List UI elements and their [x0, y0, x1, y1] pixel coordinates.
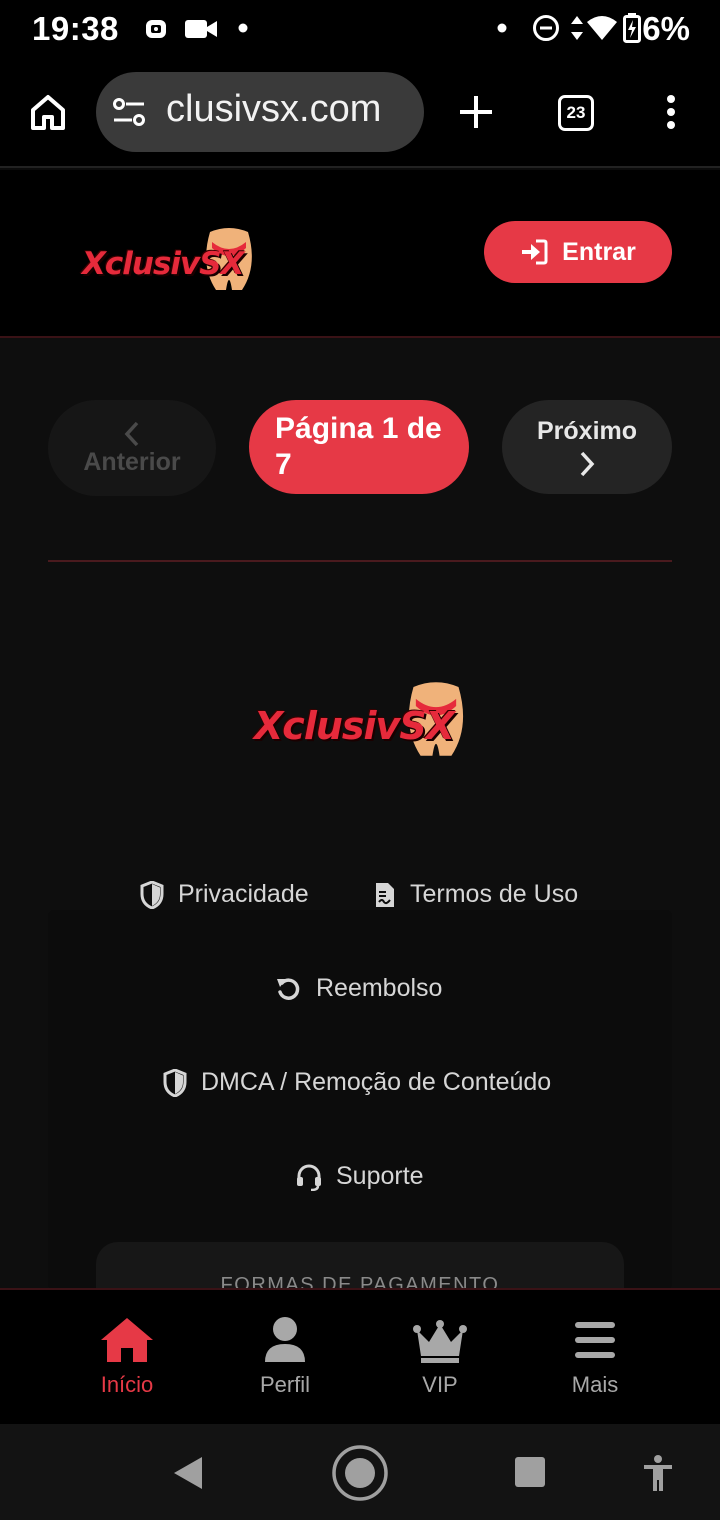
- crown-icon: [413, 1320, 467, 1363]
- footer-panel: [48, 910, 672, 1290]
- nav-item-more[interactable]: Mais: [515, 1290, 675, 1426]
- login-label: Entrar: [562, 237, 636, 266]
- home-icon: [101, 1318, 153, 1362]
- nav-label: Mais: [571, 1372, 619, 1397]
- battery-charging-icon: [623, 13, 641, 43]
- footer-link-label: Privacidade: [178, 880, 309, 908]
- pagination-prev-label: Anterior: [83, 447, 181, 476]
- accessibility-icon[interactable]: [642, 1454, 674, 1492]
- footer-link-privacy[interactable]: Privacidade: [140, 880, 309, 909]
- nav-item-profile[interactable]: Perfil: [205, 1290, 365, 1426]
- main-content: Anterior Página 1 de 7 Próximo XclusivSX: [0, 338, 720, 1322]
- footer-link-label: Reembolso: [316, 974, 443, 1002]
- refund-icon: [277, 977, 300, 1000]
- login-button[interactable]: Entrar: [484, 221, 672, 283]
- pagination-prev-button[interactable]: Anterior: [48, 400, 216, 496]
- shield-icon: [163, 1068, 187, 1097]
- video-icon: [185, 20, 217, 38]
- nav-label: Perfil: [259, 1372, 311, 1397]
- battery-percent: 6%: [642, 10, 690, 47]
- footer-link-label: Suporte: [336, 1162, 424, 1190]
- nav-label: VIP: [422, 1372, 458, 1397]
- bottom-nav: Início Perfil VIP Mais: [0, 1288, 720, 1424]
- nav-item-home[interactable]: Início: [47, 1290, 207, 1426]
- chevron-left-icon: [124, 421, 139, 446]
- android-nav-bar: [0, 1424, 720, 1520]
- footer-link-terms[interactable]: Termos de Uso: [374, 880, 578, 909]
- footer-link-support[interactable]: Suporte: [296, 1162, 424, 1191]
- tab-switcher-button[interactable]: 23: [558, 95, 594, 131]
- pagination-next-button[interactable]: Próximo: [502, 400, 672, 494]
- url-text: clusivsx.com: [166, 88, 382, 130]
- svg-text:4: 4: [605, 32, 611, 42]
- chevron-right-icon: [580, 451, 595, 476]
- notification-dot-icon: [238, 23, 248, 33]
- dnd-icon: [533, 15, 559, 41]
- shield-icon: [140, 880, 164, 909]
- browser-toolbar: clusivsx.com 23: [0, 60, 720, 168]
- status-bar: 19:38 4 6%: [0, 0, 720, 60]
- footer-logo-text: XclusivSX: [254, 704, 455, 748]
- user-icon: [265, 1317, 305, 1362]
- wifi-icon: 4: [587, 16, 617, 42]
- home-circle-icon[interactable]: [331, 1444, 389, 1502]
- recents-icon[interactable]: [514, 1456, 546, 1488]
- logo-text: XclusivSX: [82, 246, 244, 282]
- footer-link-label: Termos de Uso: [410, 880, 579, 908]
- pagination-next-label: Próximo: [536, 416, 638, 445]
- pagination-current-label: Página 1 de 7: [275, 412, 442, 481]
- notification-dot-icon: [497, 23, 507, 33]
- data-arrows-icon: [571, 16, 583, 40]
- footer-logo[interactable]: XclusivSX: [254, 678, 468, 762]
- pagination-current-page: Página 1 de 7: [249, 400, 469, 494]
- nav-label: Início: [100, 1372, 154, 1397]
- nav-item-vip[interactable]: VIP: [360, 1290, 520, 1426]
- footer-link-label: DMCA / Remoção de Conteúdo: [201, 1068, 552, 1096]
- new-tab-icon[interactable]: [458, 94, 494, 130]
- screen: 19:38 4 6% clusivsx.com 23 XclusivSX Ent…: [0, 0, 720, 1520]
- footer-link-refund[interactable]: Reembolso: [276, 974, 442, 1003]
- footer-link-dmca[interactable]: DMCA / Remoção de Conteúdo: [163, 1068, 551, 1097]
- menu-icon: [575, 1322, 615, 1358]
- home-icon[interactable]: [28, 92, 68, 132]
- status-time: 19:38: [32, 10, 119, 47]
- site-settings-icon[interactable]: [112, 96, 146, 128]
- site-header: XclusivSX Entrar: [0, 170, 720, 338]
- site-logo[interactable]: XclusivSX: [82, 224, 256, 294]
- headset-icon: [297, 1164, 321, 1191]
- login-icon: [522, 239, 548, 265]
- url-bar[interactable]: clusivsx.com: [96, 72, 424, 152]
- screen-record-icon: [146, 20, 166, 38]
- back-icon[interactable]: [172, 1456, 204, 1490]
- menu-dots-icon[interactable]: [664, 94, 678, 130]
- document-icon: [376, 882, 394, 907]
- section-divider: [48, 560, 672, 562]
